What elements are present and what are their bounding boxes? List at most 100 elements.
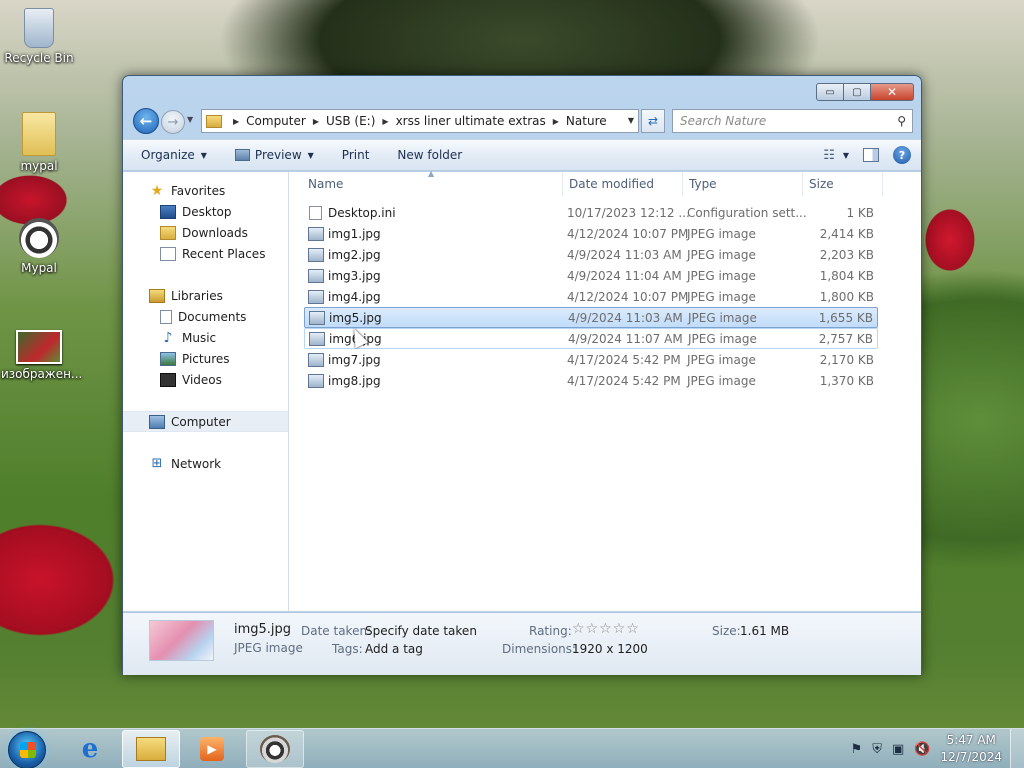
file-row-hovered[interactable]: img6.jpg 4/9/2024 11:07 AM JPEG image 2,… <box>304 328 878 349</box>
nav-favorites[interactable]: ★ Favorites <box>123 180 288 201</box>
desktop-icon <box>160 204 176 219</box>
minimize-button[interactable]: ▭ <box>816 83 844 101</box>
file-row[interactable]: img1.jpg 4/12/2024 10:07 PM JPEG image 2… <box>304 223 878 244</box>
breadcrumb-folder[interactable]: xrss liner ultimate extras <box>396 114 546 128</box>
column-divider[interactable] <box>802 172 803 196</box>
nav-pictures[interactable]: Pictures <box>123 348 288 369</box>
desktop-icon-mypal-folder[interactable]: mypal <box>1 112 77 173</box>
videos-icon <box>160 372 176 387</box>
clock[interactable]: 5:47 AM 12/7/2024 <box>940 732 1002 766</box>
jpeg-file-icon <box>308 247 324 262</box>
file-date: 4/17/2024 5:42 PM <box>567 352 681 367</box>
file-name: img5.jpg <box>329 310 382 325</box>
file-row[interactable]: img7.jpg 4/17/2024 5:42 PM JPEG image 2,… <box>304 349 878 370</box>
nav-libraries[interactable]: Libraries <box>123 285 288 306</box>
search-icon[interactable]: ⚲ <box>897 114 906 128</box>
column-divider[interactable] <box>882 172 883 196</box>
file-row[interactable]: img3.jpg 4/9/2024 11:04 AM JPEG image 1,… <box>304 265 878 286</box>
tags-field[interactable]: Add a tag <box>365 642 423 656</box>
new-folder-button[interactable]: New folder <box>397 148 462 162</box>
file-row[interactable]: img4.jpg 4/12/2024 10:07 PM JPEG image 1… <box>304 286 878 307</box>
internet-explorer-icon: e <box>81 734 99 764</box>
column-header-type[interactable]: Type <box>689 177 717 191</box>
network-status-icon[interactable]: ▣ <box>892 742 904 757</box>
file-date: 4/9/2024 11:04 AM <box>567 268 682 283</box>
nav-label: Computer <box>171 414 231 429</box>
nav-downloads[interactable]: Downloads <box>123 222 288 243</box>
nav-documents[interactable]: Documents <box>123 306 288 327</box>
column-header-date[interactable]: Date modified <box>569 177 654 191</box>
desktop-icon-mypal-shortcut[interactable]: Mypal <box>1 218 77 275</box>
file-row[interactable]: img8.jpg 4/17/2024 5:42 PM JPEG image 1,… <box>304 370 878 391</box>
help-icon[interactable]: ? <box>893 146 911 164</box>
print-button[interactable]: Print <box>342 148 370 162</box>
file-row-selected[interactable]: img5.jpg 4/9/2024 11:03 AM JPEG image 1,… <box>304 307 878 328</box>
breadcrumb-computer[interactable]: Computer <box>246 114 306 128</box>
file-name: img2.jpg <box>328 247 381 262</box>
change-view-icon[interactable]: ☷ <box>823 148 835 163</box>
search-box[interactable]: Search Nature ⚲ <box>672 109 913 133</box>
nav-recent-places[interactable]: Recent Places <box>123 243 288 264</box>
address-bar[interactable]: ▶ Computer ▶ USB (E:) ▶ xrss liner ultim… <box>201 109 639 133</box>
breadcrumb-separator-icon[interactable]: ▶ <box>313 117 319 126</box>
taskbar-media-player[interactable]: ▶ <box>183 730 241 768</box>
close-button[interactable]: ✕ <box>871 83 914 101</box>
nav-label: Videos <box>182 372 222 387</box>
organize-button[interactable]: Organize ▼ <box>141 148 207 162</box>
refresh-button[interactable]: ⇄ <box>641 109 665 133</box>
desktop-icon-image[interactable]: изображен... <box>1 330 82 381</box>
file-date: 4/9/2024 11:07 AM <box>568 331 683 346</box>
date-taken-field[interactable]: Specify date taken <box>365 624 477 638</box>
address-dropdown-icon[interactable]: ▼ <box>628 116 634 125</box>
start-button[interactable] <box>8 731 46 768</box>
maximize-button[interactable]: ▢ <box>844 83 871 101</box>
file-size: 1,800 KB <box>819 289 874 304</box>
action-center-flag-icon[interactable]: ⚑ <box>851 742 863 757</box>
preview-button[interactable]: Preview ▼ <box>234 148 314 162</box>
search-input[interactable]: Search Nature <box>680 114 766 128</box>
windows-explorer-icon <box>136 737 166 761</box>
file-size: 1 KB <box>846 205 874 220</box>
nav-computer[interactable]: Computer <box>123 411 288 432</box>
breadcrumb-separator-icon[interactable]: ▶ <box>233 117 239 126</box>
libraries-icon <box>149 288 165 303</box>
file-row[interactable]: img2.jpg 4/9/2024 11:03 AM JPEG image 2,… <box>304 244 878 265</box>
breadcrumb-separator-icon[interactable]: ▶ <box>382 117 388 126</box>
desktop-icon-label: Recycle Bin <box>4 51 74 65</box>
breadcrumb-current-folder[interactable]: Nature <box>566 114 607 128</box>
forward-button[interactable]: → <box>161 110 185 134</box>
column-divider[interactable] <box>682 172 683 196</box>
column-divider[interactable] <box>562 172 563 196</box>
taskbar-mypal[interactable] <box>246 730 304 768</box>
nav-music[interactable]: ♪ Music <box>123 327 288 348</box>
sort-ascending-icon: ▲ <box>428 169 435 178</box>
security-shield-icon[interactable]: ⛨ <box>872 742 882 757</box>
breadcrumb-separator-icon[interactable]: ▶ <box>553 117 559 126</box>
size-value: 1.61 MB <box>740 624 790 638</box>
taskbar-windows-explorer[interactable] <box>122 730 180 768</box>
dimensions-value: 1920 x 1200 <box>572 642 648 656</box>
breadcrumb-usb-drive[interactable]: USB (E:) <box>326 114 375 128</box>
desktop-icon-recycle-bin[interactable]: Recycle Bin <box>1 8 77 65</box>
show-desktop-button[interactable] <box>1010 729 1024 768</box>
media-player-icon: ▶ <box>200 737 224 761</box>
taskbar-internet-explorer[interactable]: e <box>61 730 119 768</box>
nav-desktop[interactable]: Desktop <box>123 201 288 222</box>
column-header-name[interactable]: Name <box>308 177 343 191</box>
nav-network[interactable]: ⊞ Network <box>123 453 288 474</box>
file-row[interactable]: Desktop.ini 10/17/2023 12:12 ... Configu… <box>304 202 878 223</box>
back-button[interactable]: ← <box>133 108 159 134</box>
desktop-icon-label: Mypal <box>21 261 57 275</box>
nav-videos[interactable]: Videos <box>123 369 288 390</box>
file-type: JPEG image <box>687 373 756 388</box>
nav-label: Desktop <box>182 204 232 219</box>
explorer-window: ▭ ▢ ✕ ← → ▼ ▶ Computer ▶ USB (E:) ▶ xrss… <box>122 75 922 675</box>
volume-muted-icon[interactable]: 🔇 <box>914 742 930 757</box>
rating-stars[interactable]: ☆☆☆☆☆ <box>572 621 640 637</box>
recent-pages-button[interactable]: ▼ <box>187 115 193 124</box>
preview-pane-icon[interactable] <box>863 148 879 162</box>
nav-label: Recent Places <box>182 246 266 261</box>
chevron-down-icon[interactable]: ▼ <box>843 151 849 160</box>
column-header-size[interactable]: Size <box>809 177 834 191</box>
file-type: Configuration sett... <box>687 205 807 220</box>
